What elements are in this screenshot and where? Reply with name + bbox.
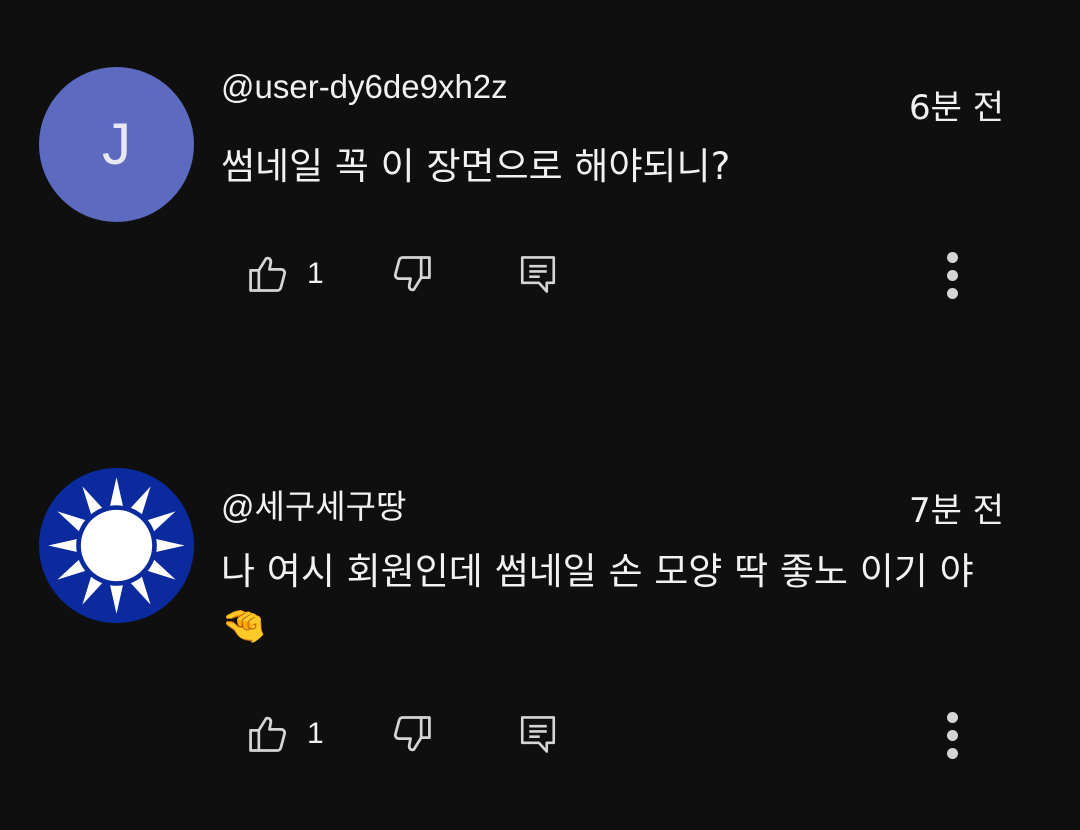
comment-actions: 1 <box>0 704 1080 764</box>
avatar[interactable] <box>39 468 194 623</box>
comment-item: @세구세구땅 7분 전 나 여시 회원인데 썸네일 손 모양 딱 좋노 이기 야… <box>0 0 1080 830</box>
comment-text: 나 여시 회원인데 썸네일 손 모양 딱 좋노 이기 야 🤏 <box>221 550 974 647</box>
more-vert-icon <box>935 704 971 764</box>
like-count: 1 <box>307 717 324 750</box>
reply-button[interactable] <box>517 704 559 764</box>
reply-icon <box>517 712 559 756</box>
comment-timestamp: 7분 전 <box>909 491 1004 531</box>
thumbs-down-icon <box>390 712 434 756</box>
sun-emblem-icon <box>39 468 194 623</box>
comment-author[interactable]: @세구세구땅 <box>221 480 406 528</box>
thumbs-up-icon <box>246 712 290 756</box>
like-button[interactable] <box>246 704 290 764</box>
more-options-button[interactable] <box>935 704 971 764</box>
dislike-button[interactable] <box>390 704 434 764</box>
